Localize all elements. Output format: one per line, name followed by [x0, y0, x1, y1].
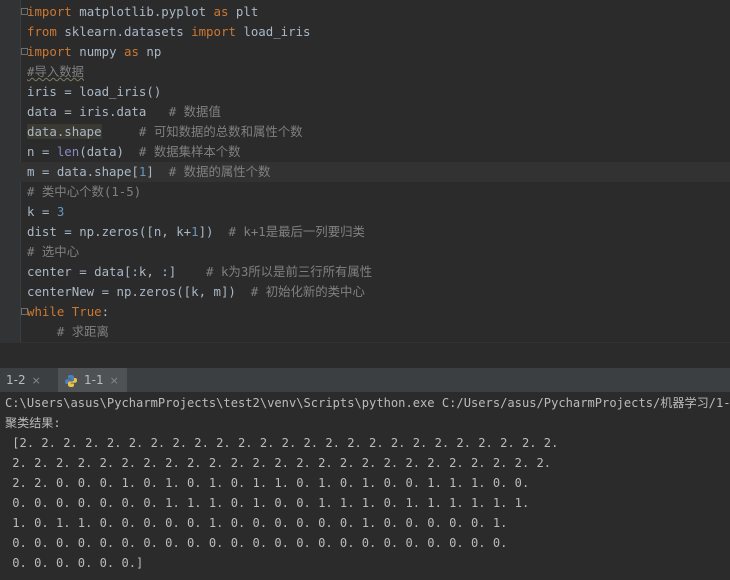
code-line-17[interactable]: # 求距离	[27, 322, 109, 342]
console-output-line: [2. 2. 2. 2. 2. 2. 2. 2. 2. 2. 2. 2. 2. …	[5, 436, 559, 450]
code-line-16[interactable]: while True:	[27, 302, 109, 322]
code-line-6[interactable]: data = iris.data # 数据值	[27, 102, 221, 122]
code-line-14[interactable]: center = data[:k, :] # k为3所以是前三行所有属性	[27, 262, 372, 282]
run-console-output[interactable]: C:\Users\asus\PycharmProjects\test2\venv…	[0, 392, 730, 580]
tab-label: 1-2	[6, 373, 26, 387]
console-output-line: 2. 2. 0. 0. 0. 1. 0. 1. 0. 1. 0. 1. 1. 0…	[5, 476, 530, 490]
code-line-7[interactable]: data.shape # 可知数据的总数和属性个数	[27, 122, 303, 142]
code-line-4[interactable]: #导入数据	[27, 62, 84, 82]
code-line-8[interactable]: n = len(data) # 数据集样本个数	[27, 142, 241, 162]
editor-gutter	[0, 0, 21, 342]
code-line-10[interactable]: # 类中心个数(1-5)	[27, 182, 141, 202]
console-output-line: 1. 0. 1. 1. 0. 0. 0. 0. 0. 1. 0. 0. 0. 0…	[5, 516, 508, 530]
tab-run-1-1[interactable]: 1-1 ×	[58, 368, 127, 392]
console-output-line: 0. 0. 0. 0. 0. 0. 0. 0. 0. 0. 0. 0. 0. 0…	[5, 536, 508, 550]
code-line-5[interactable]: iris = load_iris()	[27, 82, 161, 102]
tab-run-1-2[interactable]: 1-2 ×	[6, 368, 41, 392]
tab-label: 1-1	[84, 373, 104, 387]
code-line-2[interactable]: from sklearn.datasets import load_iris	[27, 22, 311, 42]
close-icon[interactable]: ×	[110, 374, 119, 387]
code-line-9-current[interactable]: m = data.shape[1] # 数据的属性个数	[20, 162, 730, 182]
code-line-1[interactable]: import matplotlib.pyplot as plt	[27, 2, 258, 22]
code-line-11[interactable]: k = 3	[27, 202, 64, 222]
run-tab-bar: 1-2 × 1-1 ×	[0, 368, 730, 393]
console-output-line: 0. 0. 0. 0. 0. 0. 0. 1. 1. 1. 0. 1. 0. 0…	[5, 496, 530, 510]
console-command-line: C:\Users\asus\PycharmProjects\test2\venv…	[5, 396, 730, 410]
console-output-line: 2. 2. 2. 2. 2. 2. 2. 2. 2. 2. 2. 2. 2. 2…	[5, 456, 552, 470]
code-editor[interactable]: import matplotlib.pyplot as plt from skl…	[0, 0, 730, 342]
code-line-12[interactable]: dist = np.zeros([n, k+1]) # k+1是最后一列要归类	[27, 222, 365, 242]
code-line-13[interactable]: # 选中心	[27, 242, 79, 262]
close-icon[interactable]: ×	[32, 374, 41, 387]
console-output-line: 0. 0. 0. 0. 0. 0.]	[5, 556, 144, 570]
panel-splitter[interactable]	[0, 342, 730, 369]
python-icon	[65, 374, 77, 387]
code-line-15[interactable]: centerNew = np.zeros([k, m]) # 初始化新的类中心	[27, 282, 365, 302]
console-output-line: 聚类结果:	[5, 416, 61, 430]
code-line-3[interactable]: import numpy as np	[27, 42, 161, 62]
